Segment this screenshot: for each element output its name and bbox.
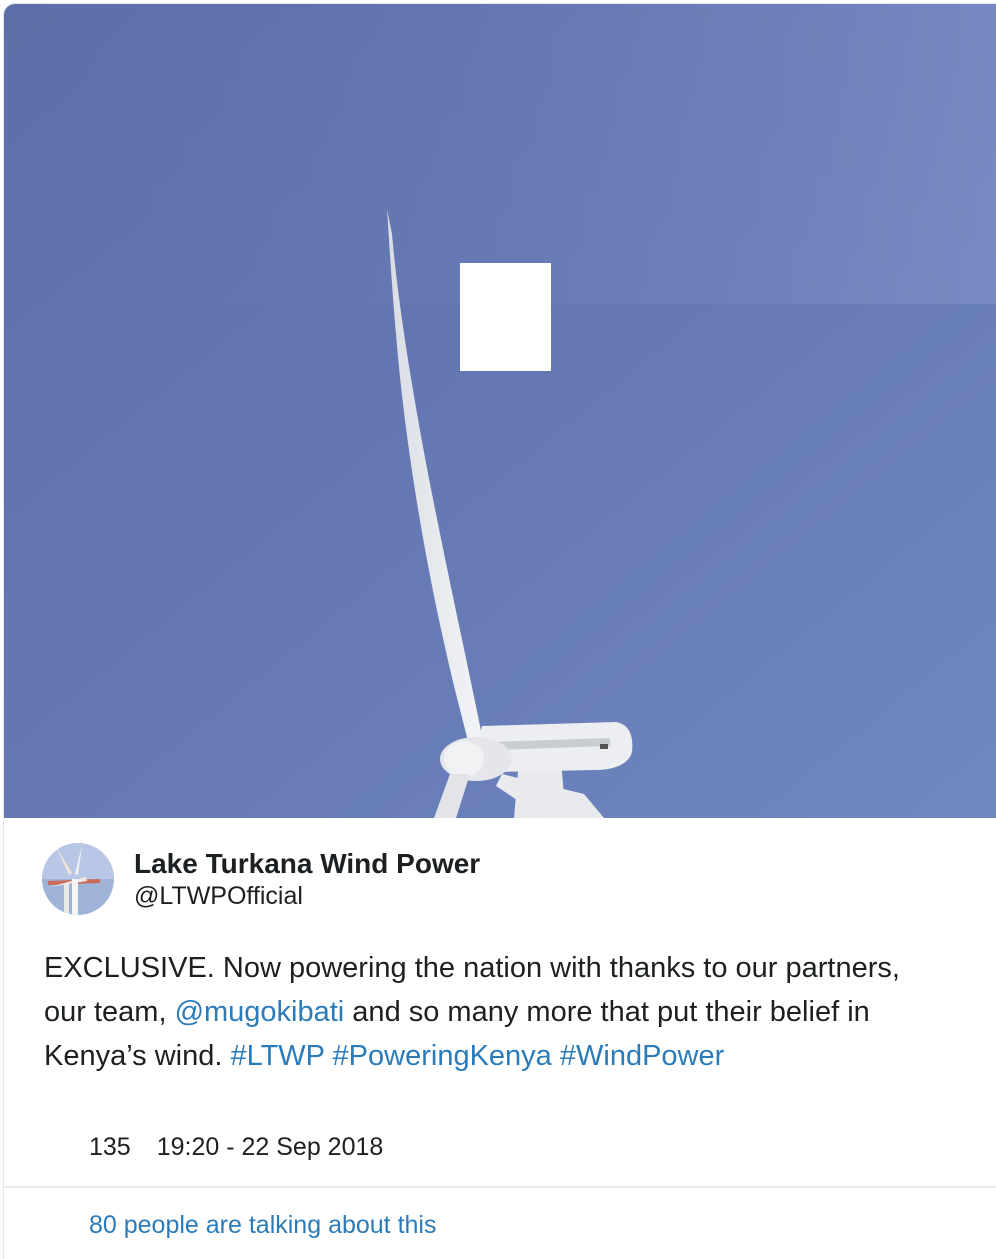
divider <box>4 1186 996 1188</box>
like-count: 135 <box>89 1133 131 1161</box>
hashtag-link[interactable]: #PoweringKenya <box>333 1040 552 1072</box>
conversation-link[interactable]: 80 people are talking about this <box>89 1207 436 1243</box>
hashtag-link[interactable]: #WindPower <box>560 1040 724 1072</box>
tweet-photo[interactable] <box>4 4 996 818</box>
tweet-timestamp[interactable]: 19:20 - 22 Sep 2018 <box>157 1129 384 1165</box>
hashtag-link[interactable]: #LTWP <box>230 1040 324 1072</box>
separator <box>552 1040 560 1072</box>
author-avatar[interactable] <box>42 843 114 915</box>
turbine-avatar-image <box>42 843 114 915</box>
author-handle[interactable]: @LTWPOfficial <box>134 881 480 911</box>
wind-turbine-photo <box>4 4 996 818</box>
tweet-body: EXCLUSIVE. Now powering the nation with … <box>44 946 944 1078</box>
separator <box>324 1040 332 1072</box>
tweet-meta: 135 19:20 - 22 Sep 2018 <box>89 1129 383 1165</box>
author-names: Lake Turkana Wind Power @LTWPOfficial <box>134 847 480 911</box>
like-button[interactable]: 135 <box>89 1129 131 1165</box>
mention-link[interactable]: @mugokibati <box>175 996 345 1028</box>
tweet-author-header: Lake Turkana Wind Power @LTWPOfficial <box>42 841 742 917</box>
embedded-tweet-card: Lake Turkana Wind Power @LTWPOfficial EX… <box>3 3 996 1259</box>
author-display-name[interactable]: Lake Turkana Wind Power <box>134 847 480 881</box>
